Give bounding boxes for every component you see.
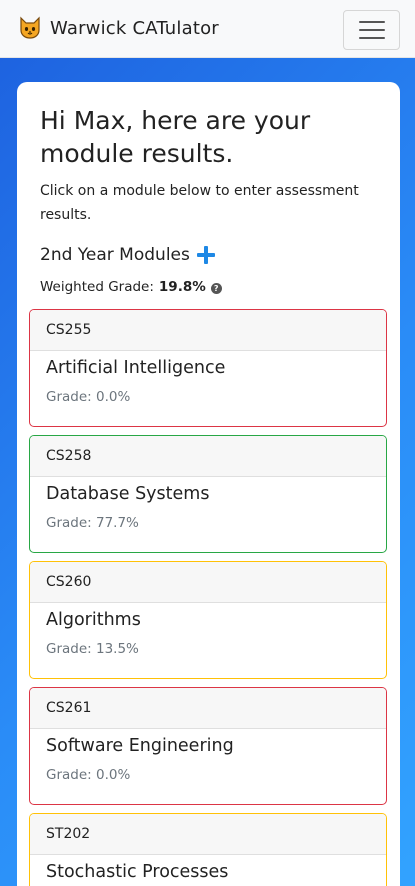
module-name: Algorithms: [46, 610, 141, 630]
weighted-grade-label: Weighted Grade:: [40, 279, 154, 295]
module-card-cs261[interactable]: CS261 Software Engineering Grade: 0.0%: [29, 687, 387, 805]
navbar: Warwick CATulator: [0, 0, 415, 58]
year-label: 2nd Year Modules: [40, 245, 190, 265]
page-title: Hi Max, here are your module results.: [40, 106, 311, 168]
hamburger-line: [358, 29, 385, 31]
module-card-cs255[interactable]: CS255 Artificial Intelligence Grade: 0.0…: [29, 309, 387, 427]
hamburger-line: [358, 37, 385, 39]
module-code: CS255: [30, 310, 386, 351]
module-code: CS260: [30, 562, 386, 603]
brand-title: Warwick CATulator: [50, 17, 219, 39]
module-code: CS261: [30, 688, 386, 729]
module-grade: Grade: 0.0%: [46, 767, 131, 783]
module-card-st202[interactable]: ST202 Stochastic Processes: [29, 813, 387, 886]
plus-icon[interactable]: [196, 245, 216, 265]
module-grade: Grade: 13.5%: [46, 641, 139, 657]
module-grade: Grade: 77.7%: [46, 515, 139, 531]
weighted-grade-value: 19.8%: [158, 279, 206, 295]
module-name: Database Systems: [46, 484, 210, 504]
module-grade: Grade: 0.0%: [46, 389, 131, 405]
brand-link[interactable]: Warwick CATulator: [18, 14, 219, 42]
navbar-toggle-button[interactable]: [343, 10, 400, 50]
year-heading: 2nd Year Modules: [40, 243, 216, 267]
module-card-cs258[interactable]: CS258 Database Systems Grade: 77.7%: [29, 435, 387, 553]
module-name: Software Engineering: [46, 736, 234, 756]
cat-face-icon: [20, 16, 40, 39]
module-name: Stochastic Processes: [46, 862, 229, 882]
instructions-text: Click on a module below to enter assessm…: [40, 183, 359, 223]
module-card-cs260[interactable]: CS260 Algorithms Grade: 13.5%: [29, 561, 387, 679]
weighted-grade: Weighted Grade: 19.8% ?: [40, 277, 222, 297]
question-circle-icon[interactable]: ?: [210, 283, 222, 294]
module-code: CS258: [30, 436, 386, 477]
hamburger-menu-icon: [358, 21, 385, 23]
module-code: ST202: [30, 814, 386, 855]
module-name: Artificial Intelligence: [46, 358, 226, 378]
